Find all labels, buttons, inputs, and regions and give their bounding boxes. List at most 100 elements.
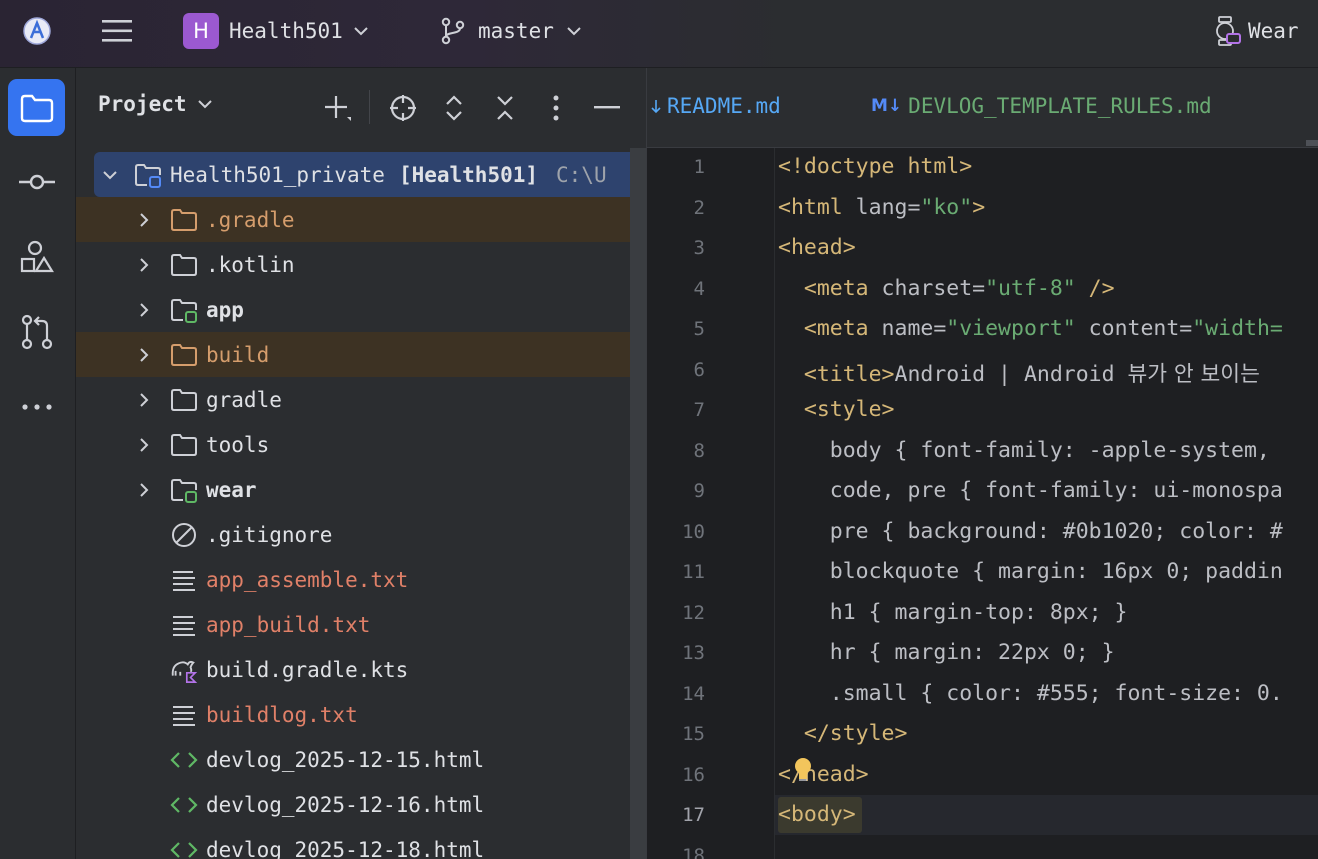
- chevron-right-icon[interactable]: [134, 482, 154, 498]
- tool-window-strip: [0, 68, 76, 859]
- chevron-right-icon[interactable]: [134, 212, 154, 228]
- tree-item-label: buildlog.txt: [206, 702, 358, 727]
- tree-row-app-build[interactable]: app_build.txt: [76, 602, 646, 647]
- markdown-file-icon: M↓: [871, 96, 903, 116]
- shapes-icon: [20, 240, 54, 272]
- root-module: [Health501]: [398, 162, 539, 187]
- chevron-down-icon: [197, 100, 212, 109]
- tree-row-build[interactable]: build: [76, 332, 646, 377]
- chevron-right-icon[interactable]: [134, 257, 154, 273]
- chevron-right-icon[interactable]: [134, 302, 154, 318]
- tree-row-gitignore[interactable]: .gitignore: [76, 512, 646, 557]
- resource-manager-button[interactable]: [8, 228, 65, 285]
- gradle-kotlin-file-icon: [170, 656, 198, 684]
- tree-row-devlog-1215[interactable]: devlog_2025-12-15.html: [76, 737, 646, 782]
- tree-row-kotlin[interactable]: .kotlin: [76, 242, 646, 287]
- tree-row-gradle-cache[interactable]: .gradle: [76, 197, 646, 242]
- tree-row-tools[interactable]: tools: [76, 422, 646, 467]
- device-selector[interactable]: Wear: [1212, 13, 1299, 49]
- new-file-icon[interactable]: [320, 90, 356, 126]
- text-file-icon: [170, 701, 198, 729]
- branch-switcher[interactable]: master: [440, 13, 582, 49]
- folder-icon: [170, 206, 198, 234]
- module-folder-icon: [134, 161, 162, 189]
- collapse-all-icon[interactable]: [487, 90, 523, 126]
- pull-request-icon: [21, 314, 52, 349]
- line-number: 15: [682, 723, 705, 745]
- markdown-file-icon: [651, 100, 661, 114]
- line-number: 13: [682, 642, 705, 664]
- tab-devlog-template-rules[interactable]: M↓ DEVLOG_TEMPLATE_RULES.md: [871, 94, 1212, 118]
- code-line: </head>: [778, 762, 869, 787]
- commit-tool-button[interactable]: [8, 153, 65, 210]
- text-file-icon: [170, 566, 198, 594]
- tree-row-gradle[interactable]: gradle: [76, 377, 646, 422]
- tree-root-row[interactable]: Health501_private [Health501] C:\U: [94, 152, 646, 197]
- html-file-icon: [170, 746, 198, 774]
- chevron-right-icon[interactable]: [134, 437, 154, 453]
- chevron-right-icon[interactable]: [134, 347, 154, 363]
- android-studio-logo-icon[interactable]: [22, 16, 52, 46]
- project-avatar: H: [183, 13, 219, 49]
- tree-row-app-assemble[interactable]: app_assemble.txt: [76, 557, 646, 602]
- tab-label: README.md: [667, 94, 781, 118]
- html-file-icon: [170, 791, 198, 819]
- project-panel-scrollbar[interactable]: [630, 148, 646, 859]
- module-folder-icon: [170, 296, 198, 324]
- project-tool-button[interactable]: [8, 79, 65, 136]
- line-number: 6: [693, 359, 705, 381]
- pull-requests-button[interactable]: [8, 303, 65, 360]
- code-line: pre { background: #0b1020; color: #: [778, 519, 1283, 544]
- toolbar-separator: [369, 90, 370, 124]
- line-number: 16: [682, 764, 705, 786]
- project-view-selector[interactable]: Project: [98, 92, 213, 116]
- expand-all-icon[interactable]: [436, 90, 472, 126]
- code-area[interactable]: <!doctype html> <html lang="ko"> <head> …: [778, 148, 1318, 859]
- code-line: code, pre { font-family: ui-monospa: [778, 478, 1283, 503]
- tree-row-build-gradle-kts[interactable]: build.gradle.kts: [76, 647, 646, 692]
- tree-row-devlog-1216[interactable]: devlog_2025-12-16.html: [76, 782, 646, 827]
- code-line: </style>: [778, 721, 908, 746]
- tree-row-wear[interactable]: wear: [76, 467, 646, 512]
- ignore-file-icon: [170, 521, 198, 549]
- chevron-down-icon[interactable]: [100, 170, 120, 180]
- code-line: <!doctype html>: [778, 154, 973, 179]
- commit-icon: [18, 174, 55, 189]
- chevron-down-icon: [567, 27, 581, 36]
- line-number: 3: [693, 237, 705, 259]
- code-line: blockquote { margin: 16px 0; paddin: [778, 559, 1283, 584]
- branch-name: master: [478, 19, 554, 43]
- line-number: 14: [682, 683, 705, 705]
- chevron-right-icon[interactable]: [134, 392, 154, 408]
- tree-item-label: .gradle: [206, 207, 295, 232]
- tree-row-app[interactable]: app: [76, 287, 646, 332]
- main-menu-icon[interactable]: [100, 14, 134, 48]
- code-line: <title>Android | Android 뷰가 안 보이는: [778, 362, 1260, 387]
- text-file-icon: [170, 611, 198, 639]
- wear-device-icon: [1216, 16, 1241, 46]
- more-tools-button[interactable]: [8, 378, 65, 435]
- project-switcher[interactable]: H Health501: [183, 13, 369, 49]
- tree-item-label: app_build.txt: [206, 612, 371, 637]
- code-line: <style>: [778, 397, 895, 422]
- line-number: 8: [693, 440, 705, 462]
- project-name: Health501: [229, 19, 343, 43]
- tree-row-buildlog[interactable]: buildlog.txt: [76, 692, 646, 737]
- line-number: 2: [693, 197, 705, 219]
- folder-icon: [170, 341, 198, 369]
- tab-readme[interactable]: README.md: [651, 94, 781, 118]
- code-line: body { font-family: -apple-system,: [778, 438, 1270, 463]
- hide-panel-icon[interactable]: [589, 90, 625, 126]
- folder-icon: [170, 386, 198, 414]
- options-icon[interactable]: [538, 90, 574, 126]
- line-number: 5: [693, 318, 705, 340]
- tree-item-label: devlog_2025-12-15.html: [206, 747, 485, 772]
- line-number-gutter: 1 2 3 4 5 6 7 8 9 10 11 12 13 14 15 16 1…: [647, 148, 775, 859]
- module-folder-icon: [170, 476, 198, 504]
- lightbulb-icon[interactable]: [793, 757, 813, 783]
- locate-file-icon[interactable]: [385, 90, 421, 126]
- tree-item-label: app: [206, 297, 244, 322]
- tree-item-label: .gitignore: [206, 522, 333, 547]
- tree-row-devlog-1218[interactable]: devlog_2025-12-18.html: [76, 827, 646, 859]
- tree-item-label: gradle: [206, 387, 282, 412]
